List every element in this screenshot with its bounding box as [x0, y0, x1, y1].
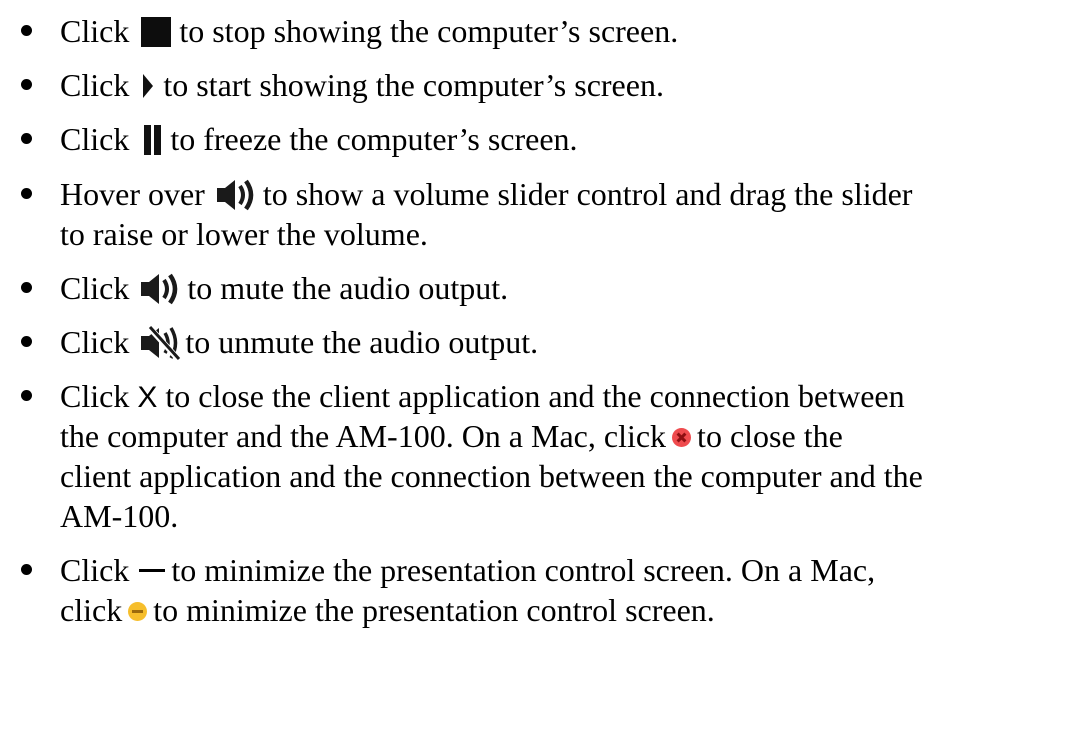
stop-icon — [141, 16, 172, 47]
bullet — [21, 564, 32, 575]
list-item-line2b: to close the — [697, 418, 843, 454]
list-item-post: to mute the audio output. — [187, 270, 509, 306]
bullet — [21, 25, 32, 36]
list-item-line2: to raise or lower the volume. — [60, 216, 428, 252]
bullet — [21, 79, 32, 90]
list-item-text: Click to minimize the presentation contr… — [60, 550, 875, 590]
list-item-pre: Click — [60, 67, 130, 103]
list-item-post: to stop showing the computer’s screen. — [179, 13, 679, 49]
bullet — [21, 133, 32, 144]
list-item-text-line2: click to minimize the presentation contro… — [60, 590, 715, 630]
speaker-muted-icon — [141, 324, 182, 362]
bullet — [21, 282, 32, 293]
list-item-post: to minimize the presentation control scr… — [171, 552, 876, 588]
list-item-text-line2: the computer and the AM-100. On a Mac, c… — [60, 416, 843, 456]
list-item-text: Click to stop showing the computer’s scr… — [60, 11, 678, 51]
mac-close-icon — [672, 428, 692, 448]
mac-minimize-icon — [128, 602, 148, 622]
pause-icon — [142, 124, 164, 155]
speaker-icon — [141, 273, 178, 304]
list-item-pre: Click — [60, 121, 130, 157]
list-item-text: Click to mute the audio output. — [60, 268, 508, 308]
list-item-text-line3: client application and the connection be… — [60, 456, 923, 496]
list-item-text: Hover over to show a volume slider contr… — [60, 174, 912, 214]
list-item-post: to unmute the audio output. — [185, 324, 539, 360]
list-item-pre: Click — [60, 378, 130, 414]
list-item-pre: Click — [60, 552, 130, 588]
list-item-post: to freeze the computer’s screen. — [170, 121, 578, 157]
bullet — [21, 188, 32, 199]
list-item-text: Click to unmute the audio output. — [60, 322, 538, 362]
list-item-line2a: click — [60, 592, 123, 628]
list-item-post: to start showing the computer’s screen. — [163, 67, 664, 103]
list-item-line4: AM-100. — [60, 498, 179, 534]
list-item-text: Click to start showing the computer’s sc… — [60, 65, 664, 105]
list-item-line3: client application and the connection be… — [60, 458, 923, 494]
list-item-line2b: to minimize the presentation control scr… — [153, 592, 715, 628]
close-x-icon: X — [137, 381, 158, 414]
minimize-dash-icon — [139, 569, 166, 573]
bullet — [21, 336, 32, 347]
list-item-line2a: the computer and the AM-100. On a Mac, c… — [60, 418, 667, 454]
list-item-pre: Click — [60, 270, 130, 306]
list-item-post: to close the client application and the … — [165, 378, 905, 414]
bullet — [21, 390, 32, 401]
list-item-text: Click to freeze the computer’s screen. — [60, 119, 578, 159]
list-item-post: to show a volume slider control and drag… — [262, 176, 913, 212]
speaker-icon — [216, 179, 254, 210]
list-item-text-line2: to raise or lower the volume. — [60, 214, 428, 254]
list-item-pre: Hover over — [60, 176, 205, 212]
list-item-text: Click X to close the client application … — [60, 376, 905, 416]
list-item-text-line4: AM-100. — [60, 496, 178, 536]
list-item-pre: Click — [60, 13, 130, 49]
list-item-pre: Click — [60, 324, 130, 360]
play-icon — [143, 73, 154, 98]
